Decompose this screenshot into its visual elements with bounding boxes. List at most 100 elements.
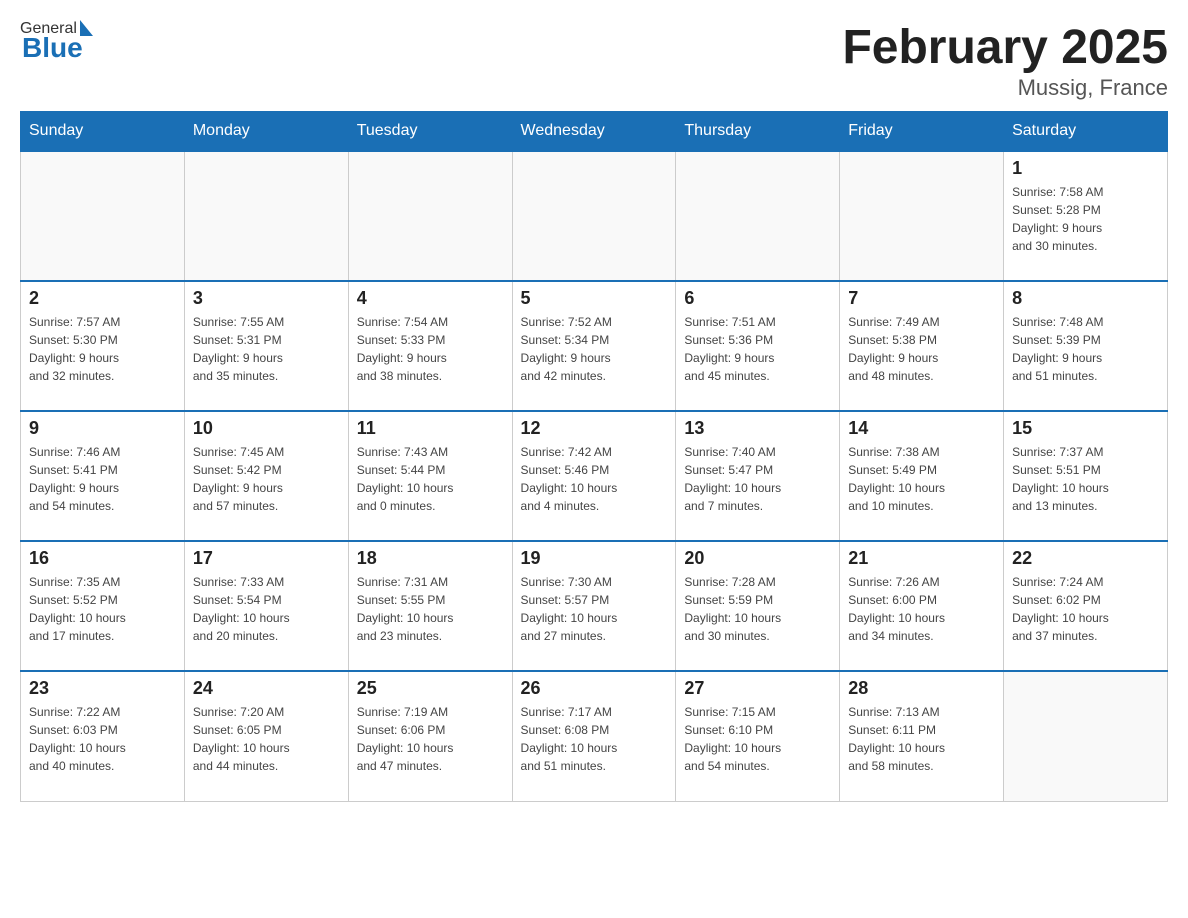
- day-number: 24: [193, 678, 340, 699]
- calendar-day: [676, 151, 840, 281]
- calendar-day: [348, 151, 512, 281]
- calendar-week-3: 9 Sunrise: 7:46 AM Sunset: 5:41 PM Daylig…: [21, 411, 1168, 541]
- calendar-header-saturday: Saturday: [1004, 112, 1168, 152]
- day-number: 25: [357, 678, 504, 699]
- day-info: Sunrise: 7:17 AM Sunset: 6:08 PM Dayligh…: [521, 703, 668, 775]
- day-number: 1: [1012, 158, 1159, 179]
- day-number: 26: [521, 678, 668, 699]
- day-info: Sunrise: 7:26 AM Sunset: 6:00 PM Dayligh…: [848, 573, 995, 645]
- calendar-day: [21, 151, 185, 281]
- day-info: Sunrise: 7:48 AM Sunset: 5:39 PM Dayligh…: [1012, 313, 1159, 385]
- day-number: 16: [29, 548, 176, 569]
- calendar-day: 25 Sunrise: 7:19 AM Sunset: 6:06 PM Dayli…: [348, 671, 512, 801]
- day-info: Sunrise: 7:35 AM Sunset: 5:52 PM Dayligh…: [29, 573, 176, 645]
- calendar-day: 23 Sunrise: 7:22 AM Sunset: 6:03 PM Dayli…: [21, 671, 185, 801]
- calendar-day: 10 Sunrise: 7:45 AM Sunset: 5:42 PM Dayli…: [184, 411, 348, 541]
- title-block: February 2025 Mussig, France: [842, 20, 1168, 101]
- day-info: Sunrise: 7:30 AM Sunset: 5:57 PM Dayligh…: [521, 573, 668, 645]
- calendar-day: 7Sunrise: 7:49 AM Sunset: 5:38 PM Daylig…: [840, 281, 1004, 411]
- day-number: 11: [357, 418, 504, 439]
- day-info: Sunrise: 7:40 AM Sunset: 5:47 PM Dayligh…: [684, 443, 831, 515]
- calendar-week-5: 23 Sunrise: 7:22 AM Sunset: 6:03 PM Dayli…: [21, 671, 1168, 801]
- day-number: 7: [848, 288, 995, 309]
- calendar-day: [512, 151, 676, 281]
- day-info: Sunrise: 7:24 AM Sunset: 6:02 PM Dayligh…: [1012, 573, 1159, 645]
- day-number: 8: [1012, 288, 1159, 309]
- day-number: 10: [193, 418, 340, 439]
- calendar-day: 12 Sunrise: 7:42 AM Sunset: 5:46 PM Dayli…: [512, 411, 676, 541]
- day-info: Sunrise: 7:52 AM Sunset: 5:34 PM Dayligh…: [521, 313, 668, 385]
- day-number: 27: [684, 678, 831, 699]
- day-number: 3: [193, 288, 340, 309]
- day-info: Sunrise: 7:22 AM Sunset: 6:03 PM Dayligh…: [29, 703, 176, 775]
- day-number: 14: [848, 418, 995, 439]
- calendar-day: 14 Sunrise: 7:38 AM Sunset: 5:49 PM Dayli…: [840, 411, 1004, 541]
- calendar-day: [840, 151, 1004, 281]
- day-number: 28: [848, 678, 995, 699]
- logo-blue-text: Blue: [22, 32, 83, 64]
- day-info: Sunrise: 7:19 AM Sunset: 6:06 PM Dayligh…: [357, 703, 504, 775]
- calendar-header-thursday: Thursday: [676, 112, 840, 152]
- calendar-day: 24 Sunrise: 7:20 AM Sunset: 6:05 PM Dayli…: [184, 671, 348, 801]
- calendar-day: 1 Sunrise: 7:58 AM Sunset: 5:28 PM Daylig…: [1004, 151, 1168, 281]
- calendar-day: 3Sunrise: 7:55 AM Sunset: 5:31 PM Daylig…: [184, 281, 348, 411]
- calendar-day: 21 Sunrise: 7:26 AM Sunset: 6:00 PM Dayli…: [840, 541, 1004, 671]
- calendar-day: 26 Sunrise: 7:17 AM Sunset: 6:08 PM Dayli…: [512, 671, 676, 801]
- day-number: 5: [521, 288, 668, 309]
- day-info: Sunrise: 7:31 AM Sunset: 5:55 PM Dayligh…: [357, 573, 504, 645]
- calendar-day: 13 Sunrise: 7:40 AM Sunset: 5:47 PM Dayli…: [676, 411, 840, 541]
- day-info: Sunrise: 7:58 AM Sunset: 5:28 PM Dayligh…: [1012, 183, 1159, 255]
- day-info: Sunrise: 7:42 AM Sunset: 5:46 PM Dayligh…: [521, 443, 668, 515]
- day-number: 17: [193, 548, 340, 569]
- day-number: 20: [684, 548, 831, 569]
- calendar-week-1: 1 Sunrise: 7:58 AM Sunset: 5:28 PM Daylig…: [21, 151, 1168, 281]
- calendar-table: SundayMondayTuesdayWednesdayThursdayFrid…: [20, 111, 1168, 802]
- calendar-day: 22Sunrise: 7:24 AM Sunset: 6:02 PM Dayli…: [1004, 541, 1168, 671]
- day-info: Sunrise: 7:45 AM Sunset: 5:42 PM Dayligh…: [193, 443, 340, 515]
- day-info: Sunrise: 7:38 AM Sunset: 5:49 PM Dayligh…: [848, 443, 995, 515]
- calendar-week-4: 16 Sunrise: 7:35 AM Sunset: 5:52 PM Dayli…: [21, 541, 1168, 671]
- calendar-day: 20 Sunrise: 7:28 AM Sunset: 5:59 PM Dayli…: [676, 541, 840, 671]
- calendar-day: 5 Sunrise: 7:52 AM Sunset: 5:34 PM Daylig…: [512, 281, 676, 411]
- calendar-header-row: SundayMondayTuesdayWednesdayThursdayFrid…: [21, 112, 1168, 152]
- day-info: Sunrise: 7:46 AM Sunset: 5:41 PM Dayligh…: [29, 443, 176, 515]
- day-number: 12: [521, 418, 668, 439]
- calendar-day: 27 Sunrise: 7:15 AM Sunset: 6:10 PM Dayli…: [676, 671, 840, 801]
- day-number: 21: [848, 548, 995, 569]
- day-info: Sunrise: 7:33 AM Sunset: 5:54 PM Dayligh…: [193, 573, 340, 645]
- day-info: Sunrise: 7:15 AM Sunset: 6:10 PM Dayligh…: [684, 703, 831, 775]
- day-number: 15: [1012, 418, 1159, 439]
- calendar-header-sunday: Sunday: [21, 112, 185, 152]
- calendar-day: 2 Sunrise: 7:57 AM Sunset: 5:30 PM Daylig…: [21, 281, 185, 411]
- day-info: Sunrise: 7:28 AM Sunset: 5:59 PM Dayligh…: [684, 573, 831, 645]
- calendar-day: 19Sunrise: 7:30 AM Sunset: 5:57 PM Dayli…: [512, 541, 676, 671]
- day-info: Sunrise: 7:20 AM Sunset: 6:05 PM Dayligh…: [193, 703, 340, 775]
- calendar-day: 17 Sunrise: 7:33 AM Sunset: 5:54 PM Dayli…: [184, 541, 348, 671]
- day-number: 4: [357, 288, 504, 309]
- calendar-day: 28Sunrise: 7:13 AM Sunset: 6:11 PM Dayli…: [840, 671, 1004, 801]
- day-number: 23: [29, 678, 176, 699]
- day-number: 6: [684, 288, 831, 309]
- day-info: Sunrise: 7:37 AM Sunset: 5:51 PM Dayligh…: [1012, 443, 1159, 515]
- day-number: 9: [29, 418, 176, 439]
- day-number: 2: [29, 288, 176, 309]
- location: Mussig, France: [842, 75, 1168, 101]
- calendar-day: 16 Sunrise: 7:35 AM Sunset: 5:52 PM Dayli…: [21, 541, 185, 671]
- month-title: February 2025: [842, 20, 1168, 75]
- day-info: Sunrise: 7:57 AM Sunset: 5:30 PM Dayligh…: [29, 313, 176, 385]
- day-info: Sunrise: 7:54 AM Sunset: 5:33 PM Dayligh…: [357, 313, 504, 385]
- calendar-day: 11 Sunrise: 7:43 AM Sunset: 5:44 PM Dayli…: [348, 411, 512, 541]
- calendar-day: [184, 151, 348, 281]
- calendar-day: 8 Sunrise: 7:48 AM Sunset: 5:39 PM Daylig…: [1004, 281, 1168, 411]
- calendar-day: 9 Sunrise: 7:46 AM Sunset: 5:41 PM Daylig…: [21, 411, 185, 541]
- calendar-header-wednesday: Wednesday: [512, 112, 676, 152]
- day-info: Sunrise: 7:43 AM Sunset: 5:44 PM Dayligh…: [357, 443, 504, 515]
- calendar-day: 15 Sunrise: 7:37 AM Sunset: 5:51 PM Dayli…: [1004, 411, 1168, 541]
- day-number: 13: [684, 418, 831, 439]
- day-number: 18: [357, 548, 504, 569]
- calendar-week-2: 2 Sunrise: 7:57 AM Sunset: 5:30 PM Daylig…: [21, 281, 1168, 411]
- calendar-header-tuesday: Tuesday: [348, 112, 512, 152]
- day-info: Sunrise: 7:51 AM Sunset: 5:36 PM Dayligh…: [684, 313, 831, 385]
- logo: General Blue: [20, 20, 93, 64]
- page-header: General Blue February 2025 Mussig, Franc…: [20, 20, 1168, 101]
